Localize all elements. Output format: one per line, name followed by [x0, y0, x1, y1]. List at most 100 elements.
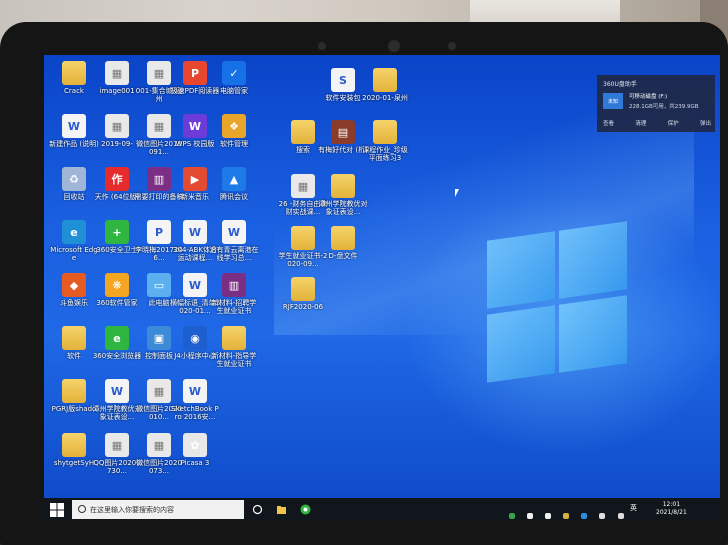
picasa-icon: ✿	[183, 433, 207, 457]
desktop-icon[interactable]: W SketchBook Pro 2016安...	[170, 379, 220, 437]
camera-icon	[388, 40, 400, 52]
spreadsheet-icon: S	[331, 68, 355, 92]
task-view-icon[interactable]	[252, 504, 263, 515]
word-icon: W	[222, 220, 246, 244]
windows-logo-wallpaper	[487, 220, 632, 383]
wps-icon: W	[183, 114, 207, 138]
folder-icon	[291, 277, 315, 301]
usb-notification[interactable]: 360U盘助手 未知 可移动磁盘 (F:) 228.1GB可用，共239.9GB…	[597, 75, 715, 132]
ppt-icon: P	[147, 220, 171, 244]
desktop-icon-label: 课程作业_珍级平面练习3	[362, 146, 408, 162]
action-protect-button[interactable]: 保护	[668, 119, 679, 127]
computer-icon: ▭	[147, 273, 171, 297]
desktop-icon[interactable]: RJF2020-06	[278, 277, 328, 335]
360-guard-icon: +	[105, 220, 129, 244]
tray-app-icon[interactable]	[509, 513, 515, 519]
clock-date: 2021/8/21	[656, 509, 687, 516]
360-browser-icon: e	[105, 326, 129, 350]
clock-time: 12:01	[662, 501, 681, 508]
tray-app-icon[interactable]	[563, 513, 570, 519]
archive-icon: ▥	[147, 167, 171, 191]
notification-actions: 查看 清理 保护 弹出	[603, 119, 711, 127]
tray-app-icon[interactable]	[599, 513, 606, 519]
device-name: 可移动磁盘 (F:)	[629, 94, 668, 100]
word-icon: W	[183, 379, 207, 403]
image-icon: ▦	[147, 114, 171, 138]
desktop-screen: Crack ▦ image001 ▦ 001-集合城-泉州 P 极速PDF阅读器 ✓ 电脑管家 S…	[44, 55, 720, 521]
mouse-cursor-icon	[455, 189, 463, 197]
360-browser-taskbar-icon[interactable]	[300, 504, 311, 515]
desktop-icon[interactable]: ✓ 电脑管家	[209, 61, 259, 119]
action-eject-button[interactable]: 弹出	[700, 119, 711, 127]
word-icon: W	[105, 379, 129, 403]
recycle-bin-icon: ♻	[62, 167, 86, 191]
file-explorer-icon[interactable]	[276, 504, 287, 515]
tray-app-icon[interactable]	[581, 513, 588, 519]
desktop-icon-label: 沿有青云离港在线学习总...	[209, 246, 259, 262]
image-icon: ▦	[105, 114, 129, 138]
search-placeholder: 在这里输入你要搜索的内容	[90, 506, 174, 514]
tray-app-icon[interactable]	[527, 513, 534, 519]
desktop-icon[interactable]: 漳州学院教优对象证表设...	[318, 174, 368, 232]
desktop-icon-label: SketchBook Pro 2016安...	[171, 405, 219, 421]
sensor-icon	[318, 42, 326, 50]
desktop-icon-label: D-盘文件	[328, 252, 358, 260]
taskbar-clock[interactable]: 12:01 2021/8/21	[656, 501, 687, 517]
tray-chevron-icon[interactable]	[617, 513, 624, 519]
music-icon: ▶	[183, 167, 207, 191]
word-icon: W	[62, 114, 86, 138]
360-software-icon: ❋	[105, 273, 129, 297]
desktop-icon-label: 腾讯会议	[220, 193, 248, 201]
meeting-icon: ▲	[222, 167, 246, 191]
desktop-icon[interactable]: ▥ 新材料-招聘学生就业证书	[209, 273, 259, 331]
folder-icon	[62, 379, 86, 403]
image-icon: ▦	[147, 379, 171, 403]
folder-icon	[331, 174, 355, 198]
taskbar: 在这里输入你要搜索的内容 英 12:01 2021/8/21	[44, 498, 720, 521]
action-clean-button[interactable]: 清理	[635, 119, 646, 127]
desktop-icon[interactable]: W 沿有青云离港在线学习总...	[209, 220, 259, 278]
action-view-button[interactable]: 查看	[603, 119, 614, 127]
input-method-indicator[interactable]: 英	[630, 503, 637, 513]
folder-icon	[62, 326, 86, 350]
word-icon: W	[183, 273, 207, 297]
folder-icon	[373, 68, 397, 92]
folder-icon	[331, 226, 355, 250]
control-panel-icon: ▣	[147, 326, 171, 350]
book-icon: ▤	[331, 120, 355, 144]
desktop-icon[interactable]: ❖ 软件管理	[209, 114, 259, 172]
folder-icon	[62, 61, 86, 85]
desktop-icon[interactable]: D-盘文件	[318, 226, 368, 284]
desktop-icon[interactable]: 2020-01-泉州	[360, 68, 410, 126]
folder-icon	[62, 433, 86, 457]
pdf-icon: P	[183, 61, 207, 85]
drive-label: 未知	[607, 99, 618, 105]
taskbar-search-box[interactable]: 在这里输入你要搜索的内容	[72, 500, 244, 519]
desktop-icon-label: 电脑管家	[220, 87, 248, 95]
desktop-icon[interactable]: 新材料-指导学生就业证书	[209, 326, 259, 384]
folder-icon	[291, 226, 315, 250]
tray-app-icon[interactable]	[545, 513, 552, 519]
desktop-icon-label: 新材料-招聘学生就业证书	[211, 299, 257, 315]
desktop-icon-label: 软件管理	[220, 140, 248, 148]
mini-app-icon: ◉	[183, 326, 207, 350]
desktop-icon-label: Picasa 3	[180, 459, 210, 467]
folder-icon	[222, 326, 246, 350]
desktop-icon[interactable]: ✿ Picasa 3	[170, 433, 220, 491]
desktop-icon-label: 新材料-指导学生就业证书	[211, 352, 257, 368]
desktop-icon[interactable]: 课程作业_珍级平面练习3	[360, 120, 410, 178]
windows-start-icon[interactable]	[50, 503, 64, 517]
image-icon: ▦	[105, 61, 129, 85]
device-space: 228.1GB可用，共239.9GB	[629, 104, 699, 110]
system-tray[interactable]	[509, 504, 639, 519]
desktop-icon[interactable]: ▲ 腾讯会议	[209, 167, 259, 225]
usb-drive-icon: 未知	[603, 93, 623, 109]
image-icon: ▦	[105, 433, 129, 457]
desktop-icon-label: 2020-01-泉州	[362, 94, 408, 102]
sensor-icon	[448, 42, 456, 50]
image-icon: ▦	[147, 433, 171, 457]
word-icon: W	[183, 220, 207, 244]
game-icon: ◆	[62, 273, 86, 297]
app-icon: 作	[105, 167, 129, 191]
folder-icon	[291, 120, 315, 144]
